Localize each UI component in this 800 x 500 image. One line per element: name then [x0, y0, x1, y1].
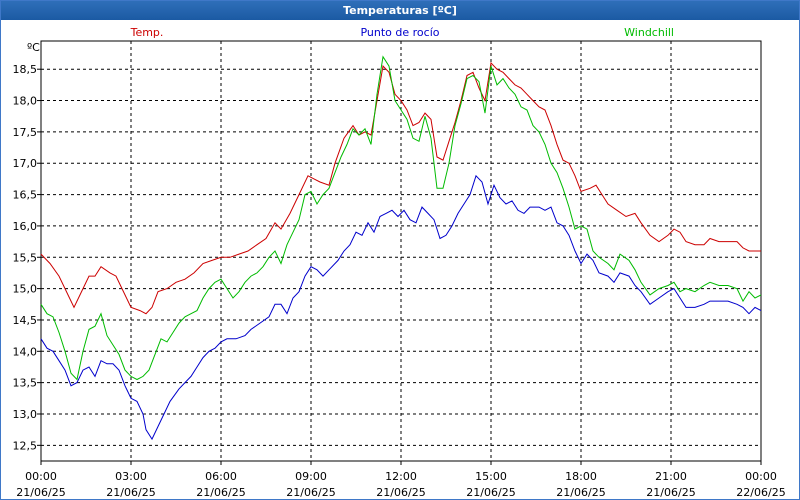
y-tick-label: 17,0: [13, 157, 38, 170]
legend-entry: Punto de rocío: [360, 26, 439, 39]
x-tick-date: 21/06/25: [106, 486, 155, 499]
legend-entry: Temp.: [130, 26, 164, 39]
x-tick-time: 09:00: [295, 470, 327, 483]
y-tick-label: 12,5: [13, 439, 38, 452]
chart-window: Temperaturas [ºC] 12,5 13,0 13,5 14,0 14,5 15…: [0, 0, 800, 500]
x-tick-date: 21/06/25: [376, 486, 425, 499]
x-tick-time: 00:00: [745, 470, 777, 483]
y-axis-ticks: 12,5 13,0 13,5 14,0 14,5 15,0 15,5 16,0 16,5 17,0…: [13, 63, 41, 452]
x-tick-date: 21/06/25: [646, 486, 695, 499]
y-tick-label: 15,0: [13, 283, 38, 296]
y-tick-label: 17,5: [13, 126, 38, 139]
y-tick-label: 16,0: [13, 220, 38, 233]
x-tick-date: 22/06/25: [736, 486, 785, 499]
legend-entry: Windchill: [624, 26, 674, 39]
y-axis-label: ºC: [27, 41, 40, 54]
legend: Temp. Punto de rocío Windchill: [130, 26, 674, 39]
y-tick-label: 13,0: [13, 408, 38, 421]
y-tick-label: 18,5: [13, 63, 38, 76]
x-tick-time: 03:00: [115, 470, 147, 483]
x-tick-date: 21/06/25: [196, 486, 245, 499]
x-tick-date: 21/06/25: [16, 486, 65, 499]
y-tick-label: 14,0: [13, 345, 38, 358]
x-tick-time: 21:00: [655, 470, 687, 483]
x-tick-time: 00:00: [25, 470, 57, 483]
x-axis-ticks: 00:00 21/06/25 03:00 21/06/25 06:00 21/06/25 0…: [16, 461, 786, 499]
y-tick-label: 14,5: [13, 314, 38, 327]
x-tick-date: 21/06/25: [286, 486, 335, 499]
grid-lines: [41, 41, 761, 461]
x-tick-date: 21/06/25: [556, 486, 605, 499]
x-tick-time: 12:00: [385, 470, 417, 483]
y-tick-label: 13,5: [13, 377, 38, 390]
x-tick-time: 18:00: [565, 470, 597, 483]
y-tick-label: 15,5: [13, 251, 38, 264]
y-tick-label: 18,0: [13, 95, 38, 108]
temperature-chart: 12,5 13,0 13,5 14,0 14,5 15,0 15,5 16,0 16,5 17,0…: [13, 26, 786, 499]
y-tick-label: 16,5: [13, 189, 38, 202]
x-tick-time: 15:00: [475, 470, 507, 483]
x-tick-date: 21/06/25: [466, 486, 515, 499]
x-tick-time: 06:00: [205, 470, 237, 483]
